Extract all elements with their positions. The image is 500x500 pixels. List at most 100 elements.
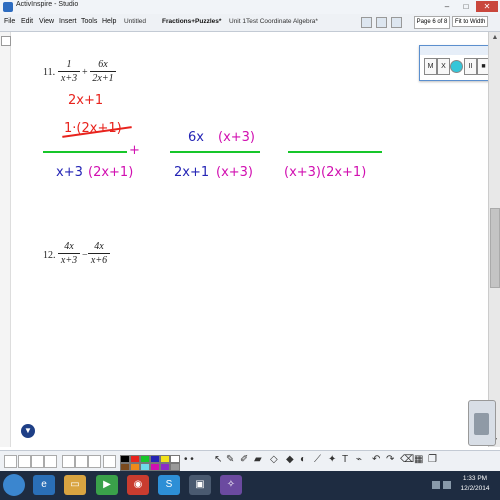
color-swatch-yellow[interactable] <box>160 455 170 463</box>
menu-file[interactable]: File <box>4 18 15 25</box>
media-player-icon[interactable]: ▶ <box>96 475 118 495</box>
clock-time: 1:33 PM <box>462 475 488 482</box>
scroll-up-icon[interactable]: ▲ <box>489 32 500 44</box>
handwritten-denominator-2-factor: (x+3) <box>216 165 254 180</box>
previous-page-icon[interactable] <box>62 455 75 468</box>
menu-tools[interactable]: Tools <box>81 18 97 25</box>
clear-icon[interactable]: ⌫ <box>400 454 414 465</box>
fill-icon[interactable]: ◆ <box>286 454 294 465</box>
scroll-thumb[interactable] <box>490 208 500 288</box>
app-icon <box>3 2 13 12</box>
pen-width-icon[interactable]: • • <box>184 454 194 465</box>
problem-12-operator: − <box>82 250 88 261</box>
zoom-select[interactable]: Fit to Width <box>452 16 488 27</box>
grid-icon[interactable]: ▦ <box>414 454 423 465</box>
color-swatch-green[interactable] <box>140 455 150 463</box>
desktop-icon[interactable] <box>361 17 372 28</box>
problem-12-fraction-2: 4x x+6 <box>88 241 110 266</box>
menu-view[interactable]: View <box>39 18 54 25</box>
menu-insert[interactable]: Insert <box>59 18 77 25</box>
color-swatch-brown[interactable] <box>120 463 130 471</box>
tab-untitled[interactable]: Untitled <box>124 18 146 25</box>
marker-tool-icon[interactable]: ✐ <box>240 454 248 465</box>
recorder-title-bar[interactable] <box>420 46 490 55</box>
problem-12-fraction-1: 4x x+3 <box>58 241 80 266</box>
page-icon[interactable] <box>88 455 101 468</box>
recorder-pause-button[interactable]: II <box>464 58 477 75</box>
color-swatch-blue[interactable] <box>150 455 160 463</box>
eraser-icon[interactable]: ◇ <box>270 454 278 465</box>
collapse-icon[interactable] <box>1 36 11 46</box>
magic-ink-icon[interactable]: ✦ <box>328 454 336 465</box>
select-arrow-icon[interactable]: ↖ <box>214 454 222 465</box>
menu-help[interactable]: Help <box>102 18 116 25</box>
resource-icon[interactable] <box>44 455 57 468</box>
highlighter-icon[interactable]: ▰ <box>254 454 262 465</box>
window-title: ActivInspire - Studio <box>16 1 79 8</box>
skype-icon[interactable]: S <box>158 475 180 495</box>
tray-icon[interactable] <box>432 481 440 489</box>
color-swatch-orange[interactable] <box>130 463 140 471</box>
color-swatch-cyan[interactable] <box>140 463 150 471</box>
handwritten-multiplier: 2x+1 <box>68 93 104 108</box>
pen-tool-icon[interactable]: ✎ <box>226 454 234 465</box>
internet-explorer-icon[interactable]: e <box>33 475 55 495</box>
color-swatch-black[interactable] <box>120 455 130 463</box>
fraction-bar-3 <box>288 151 382 153</box>
close-button[interactable]: ✕ <box>476 1 498 12</box>
menu-edit[interactable]: Edit <box>21 18 33 25</box>
color-swatch-white[interactable] <box>170 455 180 463</box>
minimize-button[interactable]: – <box>438 1 456 12</box>
left-rail <box>0 32 11 447</box>
tab-fractions-puzzles[interactable]: Fractions+Puzzles* <box>162 18 221 25</box>
windows-taskbar: e ▭ ▶ ◉ S ▣ ✧ 1:33 PM 12/2/2014 <box>0 471 500 500</box>
handwritten-common-denominator: (x+3)(2x+1) <box>284 165 367 180</box>
maximize-button[interactable]: □ <box>457 1 475 12</box>
page-indicator[interactable]: Page 6 of 8 <box>414 16 450 29</box>
problem-12-number: 12. <box>43 250 56 261</box>
fraction-bar-1 <box>43 151 127 153</box>
fraction-bar-2 <box>170 151 260 153</box>
duplicate-icon[interactable]: ❐ <box>428 454 437 465</box>
vertical-scrollbar[interactable]: ▲ ▼ <box>488 32 500 447</box>
chrome-icon[interactable]: ◉ <box>127 475 149 495</box>
color-swatch-gray[interactable] <box>170 463 180 471</box>
problem-11-number: 11. <box>43 67 56 78</box>
problem-11-fraction-2: 6x 2x+1 <box>90 59 116 84</box>
next-page-icon[interactable] <box>75 455 88 468</box>
trash-body <box>474 413 489 435</box>
reset-icon[interactable] <box>103 455 116 468</box>
handwritten-numerator-2-factor: (x+3) <box>218 130 256 145</box>
undo-icon[interactable]: ↶ <box>372 454 380 465</box>
volume-icon[interactable] <box>443 481 451 489</box>
recorder-cancel-button[interactable]: X <box>437 58 450 75</box>
text-tool-icon[interactable]: T <box>342 454 348 465</box>
eyedropper-icon[interactable]: ⌁ <box>356 454 362 465</box>
redo-icon[interactable]: ↷ <box>386 454 394 465</box>
tab-unit-test[interactable]: Unit 1Test Coordinate Algebra* <box>229 18 318 25</box>
handwritten-numerator-2: 6x <box>188 130 204 145</box>
screen-recorder-toolbar[interactable]: M X II ■ <box>419 45 491 81</box>
shape-icon[interactable]: ◐ <box>300 454 306 465</box>
browser-icon[interactable] <box>18 455 31 468</box>
file-explorer-icon[interactable]: ▭ <box>64 475 86 495</box>
color-swatch-magenta[interactable] <box>150 463 160 471</box>
color-swatch-purple[interactable] <box>160 463 170 471</box>
color-swatch-red[interactable] <box>130 455 140 463</box>
activinspire-taskbar-icon[interactable]: ✧ <box>220 475 242 495</box>
title-bar: ActivInspire - Studio – □ ✕ <box>0 0 500 15</box>
app-icon-6[interactable]: ▣ <box>189 475 211 495</box>
recorder-camera-icon[interactable] <box>450 60 463 73</box>
desktop-tools-icon[interactable] <box>31 455 44 468</box>
system-clock[interactable]: 1:33 PM 12/2/2014 <box>455 474 495 494</box>
start-button-icon[interactable] <box>3 474 25 496</box>
handwritten-plus: + <box>129 143 140 158</box>
handwritten-denominator-1: x+3 <box>56 165 83 180</box>
mail-icon[interactable] <box>376 17 387 28</box>
page-nav-icon[interactable]: ▼ <box>21 424 35 438</box>
trash-can-icon[interactable] <box>468 400 496 446</box>
user-icon[interactable] <box>391 17 402 28</box>
recorder-menu-button[interactable]: M <box>424 58 437 75</box>
main-menu-icon[interactable] <box>4 455 17 468</box>
connector-icon[interactable]: ⟋ <box>314 454 321 465</box>
